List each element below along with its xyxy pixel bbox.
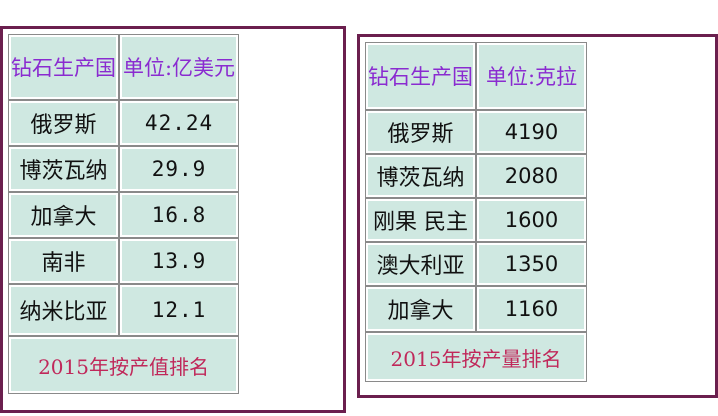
table-row: 南非 13.9 xyxy=(8,238,240,284)
table-row: 博茨瓦纳 2080 xyxy=(365,154,587,198)
output-ranking-table: 钻石生产国 单位:克拉 俄罗斯 4190 博茨瓦纳 2080 刚果 民主 160… xyxy=(364,41,588,383)
table-footer-row: 2015年按产量排名 xyxy=(365,332,587,382)
table-row: 俄罗斯 42.24 xyxy=(8,100,240,146)
ranking-caption: 2015年按产量排名 xyxy=(365,332,587,382)
country-cell: 澳大利亚 xyxy=(365,242,476,286)
country-cell: 俄罗斯 xyxy=(8,100,119,146)
header-country: 钻石生产国 xyxy=(8,34,119,100)
value-cell: 1160 xyxy=(476,286,587,332)
table-row: 澳大利亚 1350 xyxy=(365,242,587,286)
header-country: 钻石生产国 xyxy=(365,42,476,110)
table-row: 加拿大 1160 xyxy=(365,286,587,332)
country-cell: 博茨瓦纳 xyxy=(365,154,476,198)
value-cell: 4190 xyxy=(476,110,587,154)
value-cell: 1600 xyxy=(476,198,587,242)
value-ranking-panel: 钻石生产国 单位:亿美元 俄罗斯 42.24 博茨瓦纳 29.9 加拿大 16.… xyxy=(0,26,346,413)
value-cell: 16.8 xyxy=(118,192,240,238)
value-cell: 12.1 xyxy=(118,284,240,336)
country-cell: 刚果 民主 xyxy=(365,198,476,242)
header-unit: 单位:亿美元 xyxy=(118,34,240,100)
table-row: 纳米比亚 12.1 xyxy=(8,284,240,336)
value-cell: 42.24 xyxy=(118,100,240,146)
header-unit: 单位:克拉 xyxy=(476,42,587,110)
table-footer-row: 2015年按产值排名 xyxy=(7,336,240,394)
value-cell: 2080 xyxy=(476,154,587,198)
country-cell: 加拿大 xyxy=(365,286,476,332)
table-header-row: 钻石生产国 单位:克拉 xyxy=(365,42,587,110)
country-cell: 加拿大 xyxy=(8,192,119,238)
table-row: 博茨瓦纳 29.9 xyxy=(8,146,240,192)
country-cell: 博茨瓦纳 xyxy=(8,146,119,192)
table-row: 加拿大 16.8 xyxy=(8,192,240,238)
value-ranking-table: 钻石生产国 单位:亿美元 俄罗斯 42.24 博茨瓦纳 29.9 加拿大 16.… xyxy=(7,33,240,395)
country-cell: 南非 xyxy=(8,238,119,284)
country-cell: 纳米比亚 xyxy=(8,284,119,336)
ranking-caption: 2015年按产值排名 xyxy=(7,336,240,394)
value-cell: 29.9 xyxy=(118,146,240,192)
output-ranking-panel: 钻石生产国 单位:克拉 俄罗斯 4190 博茨瓦纳 2080 刚果 民主 160… xyxy=(357,34,718,398)
value-cell: 13.9 xyxy=(118,238,240,284)
table-header-row: 钻石生产国 单位:亿美元 xyxy=(8,34,240,100)
value-cell: 1350 xyxy=(476,242,587,286)
table-row: 俄罗斯 4190 xyxy=(365,110,587,154)
table-row: 刚果 民主 1600 xyxy=(365,198,587,242)
country-cell: 俄罗斯 xyxy=(365,110,476,154)
